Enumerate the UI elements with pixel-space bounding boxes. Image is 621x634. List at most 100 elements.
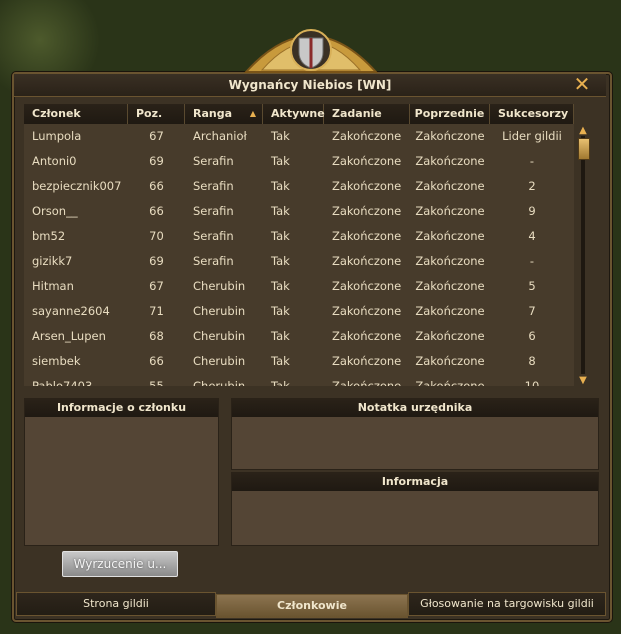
table-row[interactable]: Hitman 67 Cherubin Tak Zakończone Zakończone 5 (24, 274, 574, 299)
member-rank: Serafin (193, 179, 234, 193)
table-row[interactable]: bm52 70 Serafin Tak Zakończone Zakończone 4 (24, 224, 574, 249)
member-active: Tak (271, 329, 290, 343)
member-previous: Zakończone (415, 204, 485, 218)
member-level: 66 (149, 179, 164, 193)
member-previous: Zakończone (415, 329, 485, 343)
member-rank: Cherubin (193, 354, 246, 368)
member-active: Tak (271, 304, 290, 318)
scroll-down-icon[interactable]: ▼ (577, 376, 589, 386)
member-active: Tak (271, 254, 290, 268)
guild-crest-ornament (243, 29, 379, 73)
member-list[interactable]: Lumpola 67 Archanioł Tak Zakończone Zakończon… (24, 124, 574, 386)
member-name: Arsen_Lupen (32, 329, 106, 343)
table-row[interactable]: Pablo7403 55 Cherubin Tak Zakończone Zakończo… (24, 374, 574, 386)
table-row[interactable]: Orson__ 66 Serafin Tak Zakończone Zakończone 9 (24, 199, 574, 224)
member-guild-task: Zakończone (332, 129, 402, 143)
member-level: 55 (149, 379, 164, 386)
officer-note-panel: Notatka urzędnika (231, 398, 599, 470)
kick-member-button[interactable]: Wyrzucenie u... (62, 551, 178, 577)
table-row[interactable]: Arsen_Lupen 68 Cherubin Tak Zakończone Zakońc… (24, 324, 574, 349)
table-row[interactable]: sayanne2604 71 Cherubin Tak Zakończone Zakońc… (24, 299, 574, 324)
column-header-previous[interactable]: Poprzednie (410, 104, 490, 124)
member-active: Tak (271, 179, 290, 193)
member-successor: 10 (524, 379, 540, 386)
table-header: Członek Poz. Ranga ▲ Aktywne Zadanie Gil… (24, 104, 574, 140)
member-name: Lumpola (32, 129, 82, 143)
tab-members[interactable]: Członkowie (216, 594, 408, 618)
tab-guild-market-vote[interactable]: Głosowanie na targowisku gildii (408, 592, 606, 616)
member-active: Tak (271, 129, 290, 143)
scrollbar-thumb[interactable] (578, 138, 590, 160)
column-header-successors[interactable]: Sukcesorzy (490, 104, 574, 124)
member-previous: Zakończone (415, 254, 485, 268)
member-name: Orson__ (32, 204, 78, 218)
column-header-guild-task[interactable]: Zadanie Gildi (324, 104, 410, 140)
table-row[interactable]: Antoni0 69 Serafin Tak Zakończone Zakończone - (24, 149, 574, 174)
member-rank: Cherubin (193, 279, 246, 293)
member-rank: Serafin (193, 254, 234, 268)
member-successor: 7 (528, 304, 536, 318)
member-successor: Lider gildii (502, 129, 562, 143)
member-guild-task: Zakończone (332, 329, 402, 343)
member-guild-task: Zakończone (332, 154, 402, 168)
member-level: 67 (149, 279, 164, 293)
member-successor: 5 (528, 279, 536, 293)
member-guild-task: Zakończone (332, 254, 402, 268)
member-name: gizikk7 (32, 254, 73, 268)
member-list-scrollbar[interactable]: ▲ ▼ (577, 124, 590, 386)
member-name: Antoni0 (32, 154, 77, 168)
member-name: Pablo7403 (32, 379, 93, 386)
member-level: 69 (149, 254, 164, 268)
column-header-rank[interactable]: Ranga ▲ (185, 104, 263, 124)
member-name: Hitman (32, 279, 74, 293)
member-level: 71 (149, 304, 164, 318)
table-row[interactable]: Lumpola 67 Archanioł Tak Zakończone Zakończon… (24, 124, 574, 149)
member-previous: Zakończone (415, 379, 485, 386)
scrollbar-track[interactable] (581, 136, 585, 374)
member-level: 66 (149, 204, 164, 218)
member-successor: 2 (528, 179, 536, 193)
member-rank: Cherubin (193, 329, 246, 343)
member-previous: Zakończone (415, 179, 485, 193)
member-successor: - (529, 154, 535, 168)
information-title: Informacja (232, 473, 598, 491)
tab-guild-page[interactable]: Strona gildii (16, 592, 216, 616)
close-icon[interactable]: ✕ (572, 74, 592, 94)
member-name: siembek (32, 354, 81, 368)
member-guild-task: Zakończone (332, 304, 402, 318)
table-row[interactable]: bezpiecznik007 66 Serafin Tak Zakończone Zako… (24, 174, 574, 199)
member-guild-task: Zakończone (332, 179, 402, 193)
guild-tabs: Strona gildii Członkowie Głosowanie na t… (16, 592, 606, 618)
column-header-rank-label: Ranga (193, 107, 233, 120)
member-active: Tak (271, 154, 290, 168)
table-row[interactable]: gizikk7 69 Serafin Tak Zakończone Zakończone - (24, 249, 574, 274)
member-active: Tak (271, 204, 290, 218)
member-level: 69 (149, 154, 164, 168)
column-header-level[interactable]: Poz. (128, 104, 185, 124)
member-active: Tak (271, 354, 290, 368)
member-guild-task: Zakończone (332, 379, 402, 386)
member-successor: 4 (528, 229, 536, 243)
member-name: bezpiecznik007 (32, 179, 122, 193)
member-guild-task: Zakończone (332, 354, 402, 368)
column-header-active[interactable]: Aktywne (263, 104, 325, 124)
table-row[interactable]: siembek 66 Cherubin Tak Zakończone Zakończone… (24, 349, 574, 374)
member-rank: Serafin (193, 204, 234, 218)
member-rank: Cherubin (193, 379, 246, 386)
column-header-member[interactable]: Członek (24, 104, 128, 124)
member-active: Tak (271, 279, 290, 293)
officer-note-title: Notatka urzędnika (232, 399, 598, 417)
member-successor: 6 (528, 329, 536, 343)
member-level: 70 (149, 229, 164, 243)
sort-ascending-icon: ▲ (249, 109, 256, 118)
member-successor: 8 (528, 354, 536, 368)
member-name: sayanne2604 (32, 304, 110, 318)
member-name: bm52 (32, 229, 66, 243)
member-guild-task: Zakończone (332, 279, 402, 293)
member-previous: Zakończone (415, 154, 485, 168)
scroll-up-icon[interactable]: ▲ (577, 126, 589, 136)
information-panel: Informacja (231, 472, 599, 546)
member-level: 66 (149, 354, 164, 368)
member-guild-task: Zakończone (332, 204, 402, 218)
member-previous: Zakończone (415, 354, 485, 368)
